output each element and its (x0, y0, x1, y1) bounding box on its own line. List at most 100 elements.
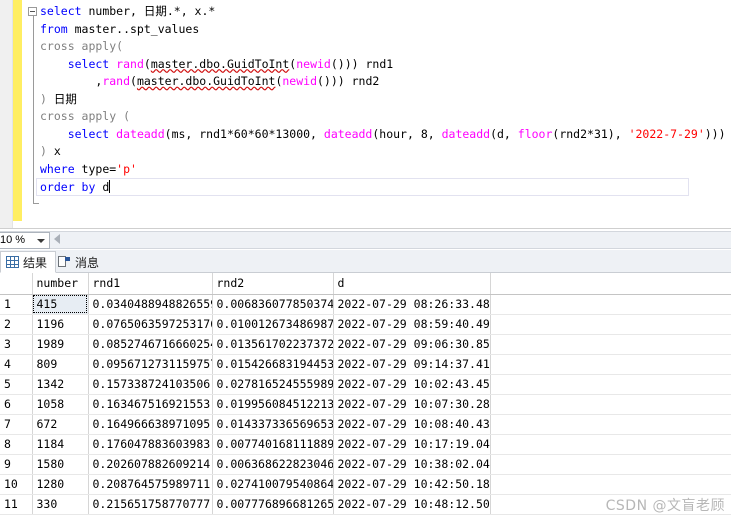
cell-number[interactable]: 1580 (32, 454, 89, 475)
cell-rnd2[interactable]: 0.0154266831944537 (212, 354, 334, 375)
cell-number[interactable]: 1058 (32, 394, 89, 415)
code-line[interactable]: order by d (36, 178, 689, 196)
cell-number[interactable]: 1184 (32, 434, 89, 455)
column-header-rownum[interactable] (0, 273, 33, 295)
cell-rnd1[interactable]: 0.0852746716660254 (88, 334, 213, 355)
cell-rnd2[interactable]: 0.0068360778503745 (212, 294, 334, 315)
tab-messages-label: 消息 (75, 255, 100, 270)
code-line[interactable]: ) 日期 (40, 91, 730, 109)
row-header-cell[interactable]: 4 (0, 354, 33, 375)
code-token: 日期 (143, 4, 167, 18)
code-line[interactable]: ) x (40, 143, 730, 161)
cell-d[interactable]: 2022-07-29 10:02:43.453 (333, 374, 491, 395)
cell-d[interactable]: 2022-07-29 10:07:30.280 (333, 394, 491, 415)
table-row[interactable]: 1 415 0.0340488948826559 0.0068360778503745… (0, 294, 731, 315)
code-token: master..spt_values (74, 21, 200, 36)
cell-rnd1[interactable]: 0.0340488948826559 (88, 294, 213, 315)
cell-d[interactable]: 2022-07-29 10:38:02.047 (333, 454, 491, 475)
cell-rnd2[interactable]: 0.0100126734869876 (212, 314, 334, 335)
row-header-cell[interactable]: 1 (0, 294, 33, 315)
row-header-cell[interactable]: 5 (0, 374, 33, 395)
code-token: ) (40, 144, 54, 158)
code-token: newid (282, 74, 317, 88)
code-line[interactable]: ,rand(master.dbo.GuidToInt(newid())) rnd… (40, 73, 730, 91)
cell-number-selected[interactable]: 415 (32, 294, 89, 315)
tab-results[interactable]: 结果 (0, 251, 57, 273)
row-header-cell[interactable]: 6 (0, 394, 33, 415)
cell-rnd2[interactable]: 0.0135617022373729 (212, 334, 334, 355)
cell-rnd1[interactable]: 0.0956712731159757 (88, 354, 213, 375)
cell-d[interactable]: 2022-07-29 08:59:40.497 (333, 314, 491, 335)
cell-rnd2[interactable]: 0.0274100795408648 (212, 474, 334, 495)
cell-rnd2[interactable]: 0.0063686228230469 (212, 454, 334, 475)
code-line[interactable]: from master..spt_values (40, 21, 730, 39)
cell-rnd1[interactable]: 0.176047883603983 (88, 434, 213, 455)
cell-rnd1[interactable]: 0.0765063597253176 (88, 314, 213, 335)
cell-rnd1[interactable]: 0.163467516921553 (88, 394, 213, 415)
table-row[interactable]: 10 1280 0.208764575989711 0.027410079540864… (0, 474, 731, 495)
cell-rnd1[interactable]: 0.157338724103506 (88, 374, 213, 395)
sql-code-text[interactable]: select number, 日期.*, x.* from master..spt… (36, 3, 730, 196)
row-header-cell[interactable]: 9 (0, 454, 33, 475)
code-token: dateadd (116, 126, 165, 141)
code-token: ) (40, 91, 54, 106)
cell-rnd2[interactable]: 0.0143373365696535 (212, 414, 334, 435)
table-row[interactable]: 7 672 0.164966638971095 0.0143373365696535 2… (0, 414, 731, 435)
code-line[interactable]: select rand(master.dbo.GuidToInt(newid()… (40, 56, 730, 74)
cell-rnd2[interactable]: 0.0199560845122132 (212, 394, 334, 415)
code-line[interactable]: select dateadd(ms, rnd1*60*60*13000, dat… (40, 126, 730, 144)
sql-editor-pane[interactable]: select number, 日期.*, x.* from master..spt… (0, 0, 731, 228)
cell-number[interactable]: 1989 (32, 334, 89, 355)
column-header-d[interactable]: d (333, 273, 491, 295)
table-row[interactable]: 6 1058 0.163467516921553 0.0199560845122132… (0, 394, 731, 415)
tab-messages[interactable]: 消息 (52, 251, 108, 273)
cell-number[interactable]: 330 (32, 494, 89, 515)
table-row[interactable]: 8 1184 0.176047883603983 0.0077401681118892… (0, 434, 731, 455)
cell-d[interactable]: 2022-07-29 10:08:40.437 (333, 414, 491, 435)
column-header-rnd2[interactable]: rnd2 (212, 273, 334, 295)
cell-d[interactable]: 2022-07-29 08:26:33.487 (333, 294, 491, 315)
cell-number[interactable]: 1196 (32, 314, 89, 335)
cell-d[interactable]: 2022-07-29 09:14:37.417 (333, 354, 491, 375)
table-row[interactable]: 5 1342 0.157338724103506 0.027816524555989 2… (0, 374, 731, 395)
cell-rnd2[interactable]: 0.027816524555989 (212, 374, 334, 395)
cell-rnd1[interactable]: 0.215651758770777 (88, 494, 213, 515)
code-line[interactable]: where type='p' (40, 161, 730, 179)
cell-rnd1[interactable]: 0.164966638971095 (88, 414, 213, 435)
collapse-region-icon[interactable] (28, 7, 37, 16)
csdn-watermark: CSDN @文盲老顾 (605, 498, 725, 514)
chevron-down-icon[interactable] (37, 239, 45, 243)
zoom-level-combobox[interactable]: 10 % (0, 232, 50, 249)
cell-d[interactable]: 2022-07-29 10:48:12.503 (333, 494, 491, 515)
table-row[interactable]: 2 1196 0.0765063597253176 0.010012673486987… (0, 314, 731, 335)
cell-number[interactable]: 1342 (32, 374, 89, 395)
table-row[interactable]: 9 1580 0.202607882609214 0.0063686228230469… (0, 454, 731, 475)
code-line[interactable]: cross apply( (40, 38, 730, 56)
row-header-cell[interactable]: 10 (0, 474, 33, 495)
row-header-cell[interactable]: 3 (0, 334, 33, 355)
column-header-rnd1[interactable]: rnd1 (88, 273, 213, 295)
code-line[interactable]: select number, 日期.*, x.* (40, 3, 730, 21)
horizontal-split-handle-icon[interactable] (54, 234, 60, 244)
cell-rnd1[interactable]: 0.202607882609214 (88, 454, 213, 475)
column-header-number[interactable]: number (32, 273, 89, 295)
code-line[interactable]: cross apply ( (40, 108, 730, 126)
cell-d[interactable]: 2022-07-29 10:42:50.183 (333, 474, 491, 495)
results-grid[interactable]: number rnd1 rnd2 d 1 415 0.034048894882655… (0, 273, 731, 519)
cell-rnd2[interactable]: 0.0077768966812654 (212, 494, 334, 515)
cell-d[interactable]: 2022-07-29 09:06:30.853 (333, 334, 491, 355)
code-token: newid (296, 56, 331, 71)
table-row[interactable]: 3 1989 0.0852746716660254 0.013561702237372… (0, 334, 731, 355)
cell-rnd2[interactable]: 0.0077401681118892 (212, 434, 334, 455)
cell-rnd1[interactable]: 0.208764575989711 (88, 474, 213, 495)
row-header-cell[interactable]: 2 (0, 314, 33, 335)
cell-number[interactable]: 1280 (32, 474, 89, 495)
cell-filler (490, 394, 731, 415)
cell-number[interactable]: 672 (32, 414, 89, 435)
row-header-cell[interactable]: 11 (0, 494, 33, 515)
row-header-cell[interactable]: 8 (0, 434, 33, 455)
table-row[interactable]: 4 809 0.0956712731159757 0.0154266831944537… (0, 354, 731, 375)
cell-number[interactable]: 809 (32, 354, 89, 375)
cell-d[interactable]: 2022-07-29 10:17:19.040 (333, 434, 491, 455)
row-header-cell[interactable]: 7 (0, 414, 33, 435)
